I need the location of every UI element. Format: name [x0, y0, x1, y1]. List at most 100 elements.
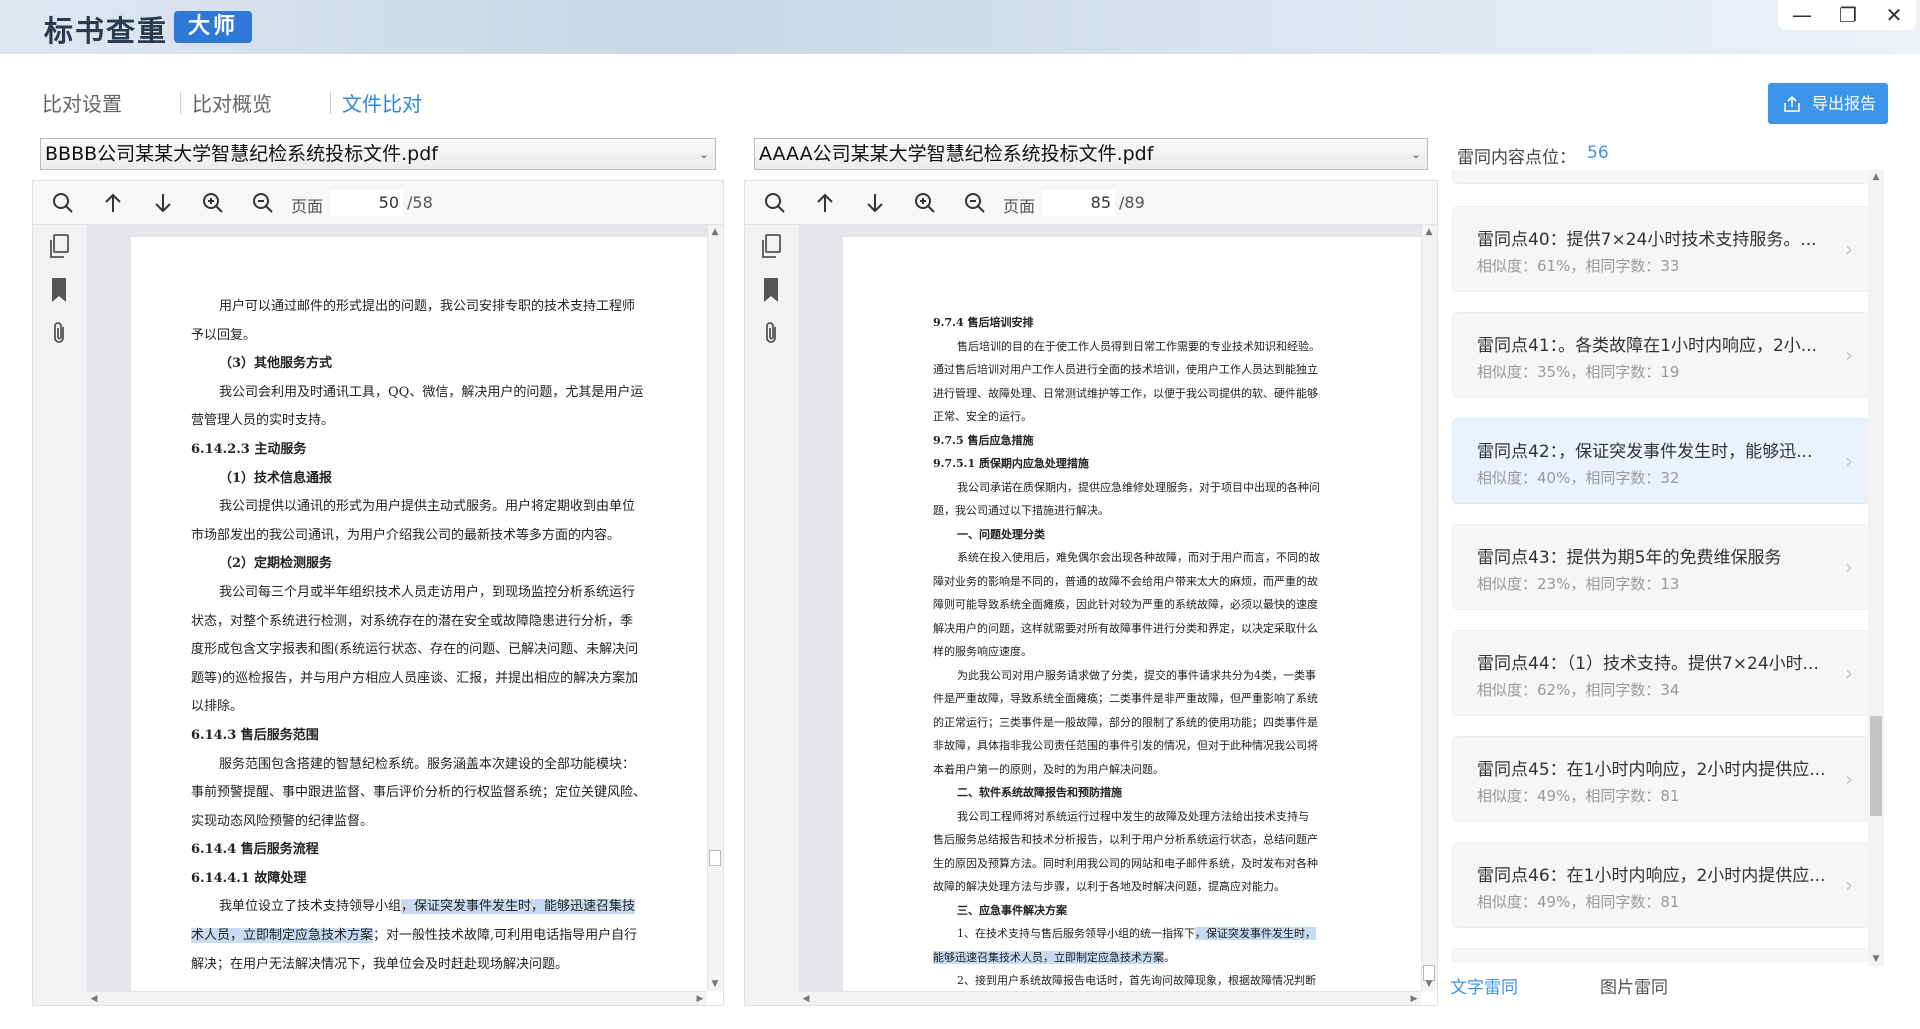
doc-line: 营管理人员的实时支持。 — [191, 413, 335, 429]
right-document-text: 9.7.4 售后培训安排 售后培训的目的在于使工作人员得到日常工作需要的专业技术… — [933, 311, 1353, 993]
app-badge: 大师 — [174, 11, 252, 43]
similar-point-title: 雷同点43：提供为期5年的免费维保服务 — [1477, 548, 1782, 568]
zoom-out-icon[interactable] — [251, 191, 275, 215]
right-horizontal-scrollbar[interactable]: ◀ ▶ — [799, 991, 1421, 1005]
chevron-right-icon: › — [1845, 237, 1853, 261]
left-vertical-scrollbar[interactable]: ▲ ▼ — [707, 225, 723, 991]
doc-line: 我公司每三个月或半年组织技术人员走访用户，到现场监控分析系统运行 — [219, 584, 636, 600]
chevron-right-icon: › — [1845, 343, 1853, 367]
page-total: /89 — [1119, 193, 1145, 212]
zoom-out-icon[interactable] — [963, 191, 987, 215]
right-vertical-scrollbar[interactable]: ▲ ▼ — [1421, 225, 1437, 991]
similar-point-card[interactable]: 雷同点41：。各类故障在1小时内响应，2小... 相似度：35%，相同字数：19… — [1452, 312, 1870, 398]
similar-highlight[interactable]: 能够迅速召集技术人员，立即制定应急技术方案 — [933, 950, 1164, 964]
similar-point-card[interactable]: 雷同点46：在1小时内响应，2小时内提供应... 相似度：49%，相同字数：81… — [1452, 842, 1870, 928]
similar-highlight[interactable]: ，保证突发事件发生时，能够迅速召集技 — [401, 899, 636, 915]
scroll-left-icon[interactable]: ◀ — [87, 992, 101, 1006]
doc-line: 1、在技术支持与售后服务领导小组的统一指挥下，保证突发事件发生时， — [933, 922, 1353, 946]
chevron-down-icon: ⌄ — [698, 147, 709, 161]
attachment-icon[interactable] — [759, 321, 783, 347]
doc-line: 能够迅速召集技术人员，立即制定应急技术方案。 — [933, 946, 1353, 970]
scroll-right-icon[interactable]: ▶ — [693, 992, 707, 1006]
left-horizontal-scrollbar[interactable]: ◀ ▶ — [87, 991, 707, 1005]
bookmark-icon[interactable] — [47, 277, 71, 303]
scroll-thumb[interactable] — [1870, 716, 1882, 816]
doc-line: 予以回复。 — [191, 327, 257, 343]
doc-line: 我公司会利用及时通讯工具，QQ、微信，解决用户的问题，尤其是用户运 — [219, 384, 644, 400]
similar-point-card[interactable]: 雷同点44：（1）技术支持。提供7×24小时... 相似度：62%，相同字数：3… — [1452, 630, 1870, 716]
doc-line: 6.14.4 售后服务流程 — [191, 842, 319, 858]
arrow-up-icon[interactable] — [101, 191, 125, 215]
left-viewer-toolbar: 页面 50 /58 — [33, 181, 723, 225]
tab-compare-settings[interactable]: 比对设置 — [42, 88, 122, 117]
doc-line: 生的原因及预算方法。同时利用我公司的网站和电子邮件系统，及时发布对各种 — [933, 856, 1318, 870]
scroll-up-icon[interactable]: ▲ — [1422, 225, 1436, 239]
similar-point-card[interactable]: 雷同点45：在1小时内响应，2小时内提供应... 相似度：49%，相同字数：81… — [1452, 736, 1870, 822]
doc-line: 6.14.4.1 故障处理 — [191, 870, 307, 886]
left-document-text: 用户可以通过邮件的形式提出的问题，我公司安排专职的技术支持工程师 予以回复。 （… — [191, 293, 667, 979]
scroll-right-icon[interactable]: ▶ — [1407, 992, 1421, 1006]
close-button[interactable]: ✕ — [1874, 2, 1914, 28]
search-icon[interactable] — [51, 191, 75, 215]
doc-line: 2、接到用户系统故障报告电话时，首先询问故障现象，根据故障情况判断 — [957, 974, 1316, 987]
zoom-in-icon[interactable] — [913, 191, 937, 215]
scroll-down-icon[interactable]: ▼ — [1869, 952, 1883, 966]
similar-point-stats: 相似度：49%，相同字数：81 — [1477, 787, 1680, 805]
scroll-up-icon[interactable]: ▲ — [708, 225, 722, 239]
scroll-up-icon[interactable]: ▲ — [1869, 170, 1883, 184]
right-viewer-sidebar — [745, 225, 799, 1005]
search-icon[interactable] — [763, 191, 787, 215]
right-document-area[interactable]: 9.7.4 售后培训安排 售后培训的目的在于使工作人员得到日常工作需要的专业技术… — [799, 225, 1437, 1005]
similar-point-card[interactable]: 雷同点40：提供7×24小时技术支持服务。... 相似度：61%，相同字数：33… — [1452, 206, 1870, 292]
attachment-icon[interactable] — [47, 321, 71, 347]
similar-point-card[interactable] — [1452, 948, 1870, 962]
scroll-down-icon[interactable]: ▼ — [708, 977, 722, 991]
similar-point-stats: 相似度：62%，相同字数：34 — [1477, 681, 1680, 699]
doc-text: 。 — [1164, 950, 1175, 964]
doc-line: 的正常运行；三类事件是一般故障，部分的限制了系统的使用功能；四类事件是 — [933, 715, 1318, 729]
page-number-input[interactable]: 50 — [331, 190, 403, 216]
similar-points-count: 56 — [1587, 143, 1609, 163]
tab-compare-overview[interactable]: 比对概览 — [192, 88, 272, 117]
similar-point-title: 雷同点45：在1小时内响应，2小时内提供应... — [1477, 760, 1826, 780]
tab-text-similarity[interactable]: 文字雷同 — [1450, 973, 1518, 998]
similar-highlight[interactable]: ，保证突发事件发生时， — [1195, 927, 1316, 940]
doc-line: 6.14.3 售后服务范围 — [191, 727, 319, 743]
scroll-left-icon[interactable]: ◀ — [799, 992, 813, 1006]
arrow-down-icon[interactable] — [863, 191, 887, 215]
doc-line: 解决用户的问题，这样就需要对所有故障事件进行分类和界定，以决定采取什么 — [933, 621, 1318, 635]
copy-icon[interactable] — [759, 233, 783, 259]
page-label: 页面 — [291, 197, 324, 216]
bookmark-icon[interactable] — [759, 277, 783, 303]
left-file-select[interactable]: BBBB公司某某大学智慧纪检系统投标文件.pdf ⌄ — [40, 138, 716, 170]
tab-file-compare[interactable]: 文件比对 — [342, 88, 422, 117]
similar-point-title: 雷同点46：在1小时内响应，2小时内提供应... — [1477, 866, 1826, 886]
doc-line: 我公司承诺在质保期内，提供应急维修处理服务，对于项目中出现的各种问 — [957, 480, 1320, 494]
arrow-up-icon[interactable] — [813, 191, 837, 215]
right-viewer: 页面 85 /89 9.7.4 售后培训安排 售后培训的目的在于使工作人员得到日… — [744, 180, 1438, 1006]
right-document-page: 9.7.4 售后培训安排 售后培训的目的在于使工作人员得到日常工作需要的专业技术… — [843, 237, 1437, 1005]
left-document-area[interactable]: 用户可以通过邮件的形式提出的问题，我公司安排专职的技术支持工程师 予以回复。 （… — [87, 225, 723, 1005]
minimize-button[interactable]: — — [1782, 2, 1822, 28]
similar-point-card-selected[interactable]: 雷同点42：，保证突发事件发生时，能够迅... 相似度：40%，相同字数：32 … — [1452, 418, 1870, 504]
right-file-select[interactable]: AAAA公司某某大学智慧纪检系统投标文件.pdf ⌄ — [754, 138, 1428, 170]
export-report-button[interactable]: 导出报告 — [1768, 83, 1888, 124]
page-label: 页面 — [1003, 197, 1036, 216]
left-file-name: BBBB公司某某大学智慧纪检系统投标文件.pdf — [45, 143, 438, 165]
similar-point-title: 雷同点44：（1）技术支持。提供7×24小时... — [1477, 654, 1819, 674]
scroll-down-icon[interactable]: ▼ — [1422, 977, 1436, 991]
scroll-thumb[interactable] — [709, 850, 721, 866]
title-bar: 标书查重 大师 — ❐ ✕ — [0, 0, 1920, 54]
copy-icon[interactable] — [47, 233, 71, 259]
tab-image-similarity[interactable]: 图片雷同 — [1600, 973, 1668, 998]
zoom-in-icon[interactable] — [201, 191, 225, 215]
restore-button[interactable]: ❐ — [1828, 2, 1868, 28]
similar-highlight[interactable]: 术人员，立即制定应急技术方案 — [191, 928, 374, 944]
doc-line: 状态，对整个系统进行检测，对系统存在的潜在安全或故障隐患进行分析，季 — [191, 613, 634, 629]
doc-line: 我公司工程师将对系统运行过程中发生的故障及处理方法给出技术支持与 — [957, 809, 1309, 823]
similar-point-card[interactable]: 雷同点43：提供为期5年的免费维保服务 相似度：23%，相同字数：13 › — [1452, 524, 1870, 610]
results-scrollbar[interactable]: ▲ ▼ — [1868, 170, 1884, 966]
page-number-input[interactable]: 85 — [1043, 190, 1115, 216]
arrow-down-icon[interactable] — [151, 191, 175, 215]
list-item[interactable] — [1452, 170, 1870, 184]
